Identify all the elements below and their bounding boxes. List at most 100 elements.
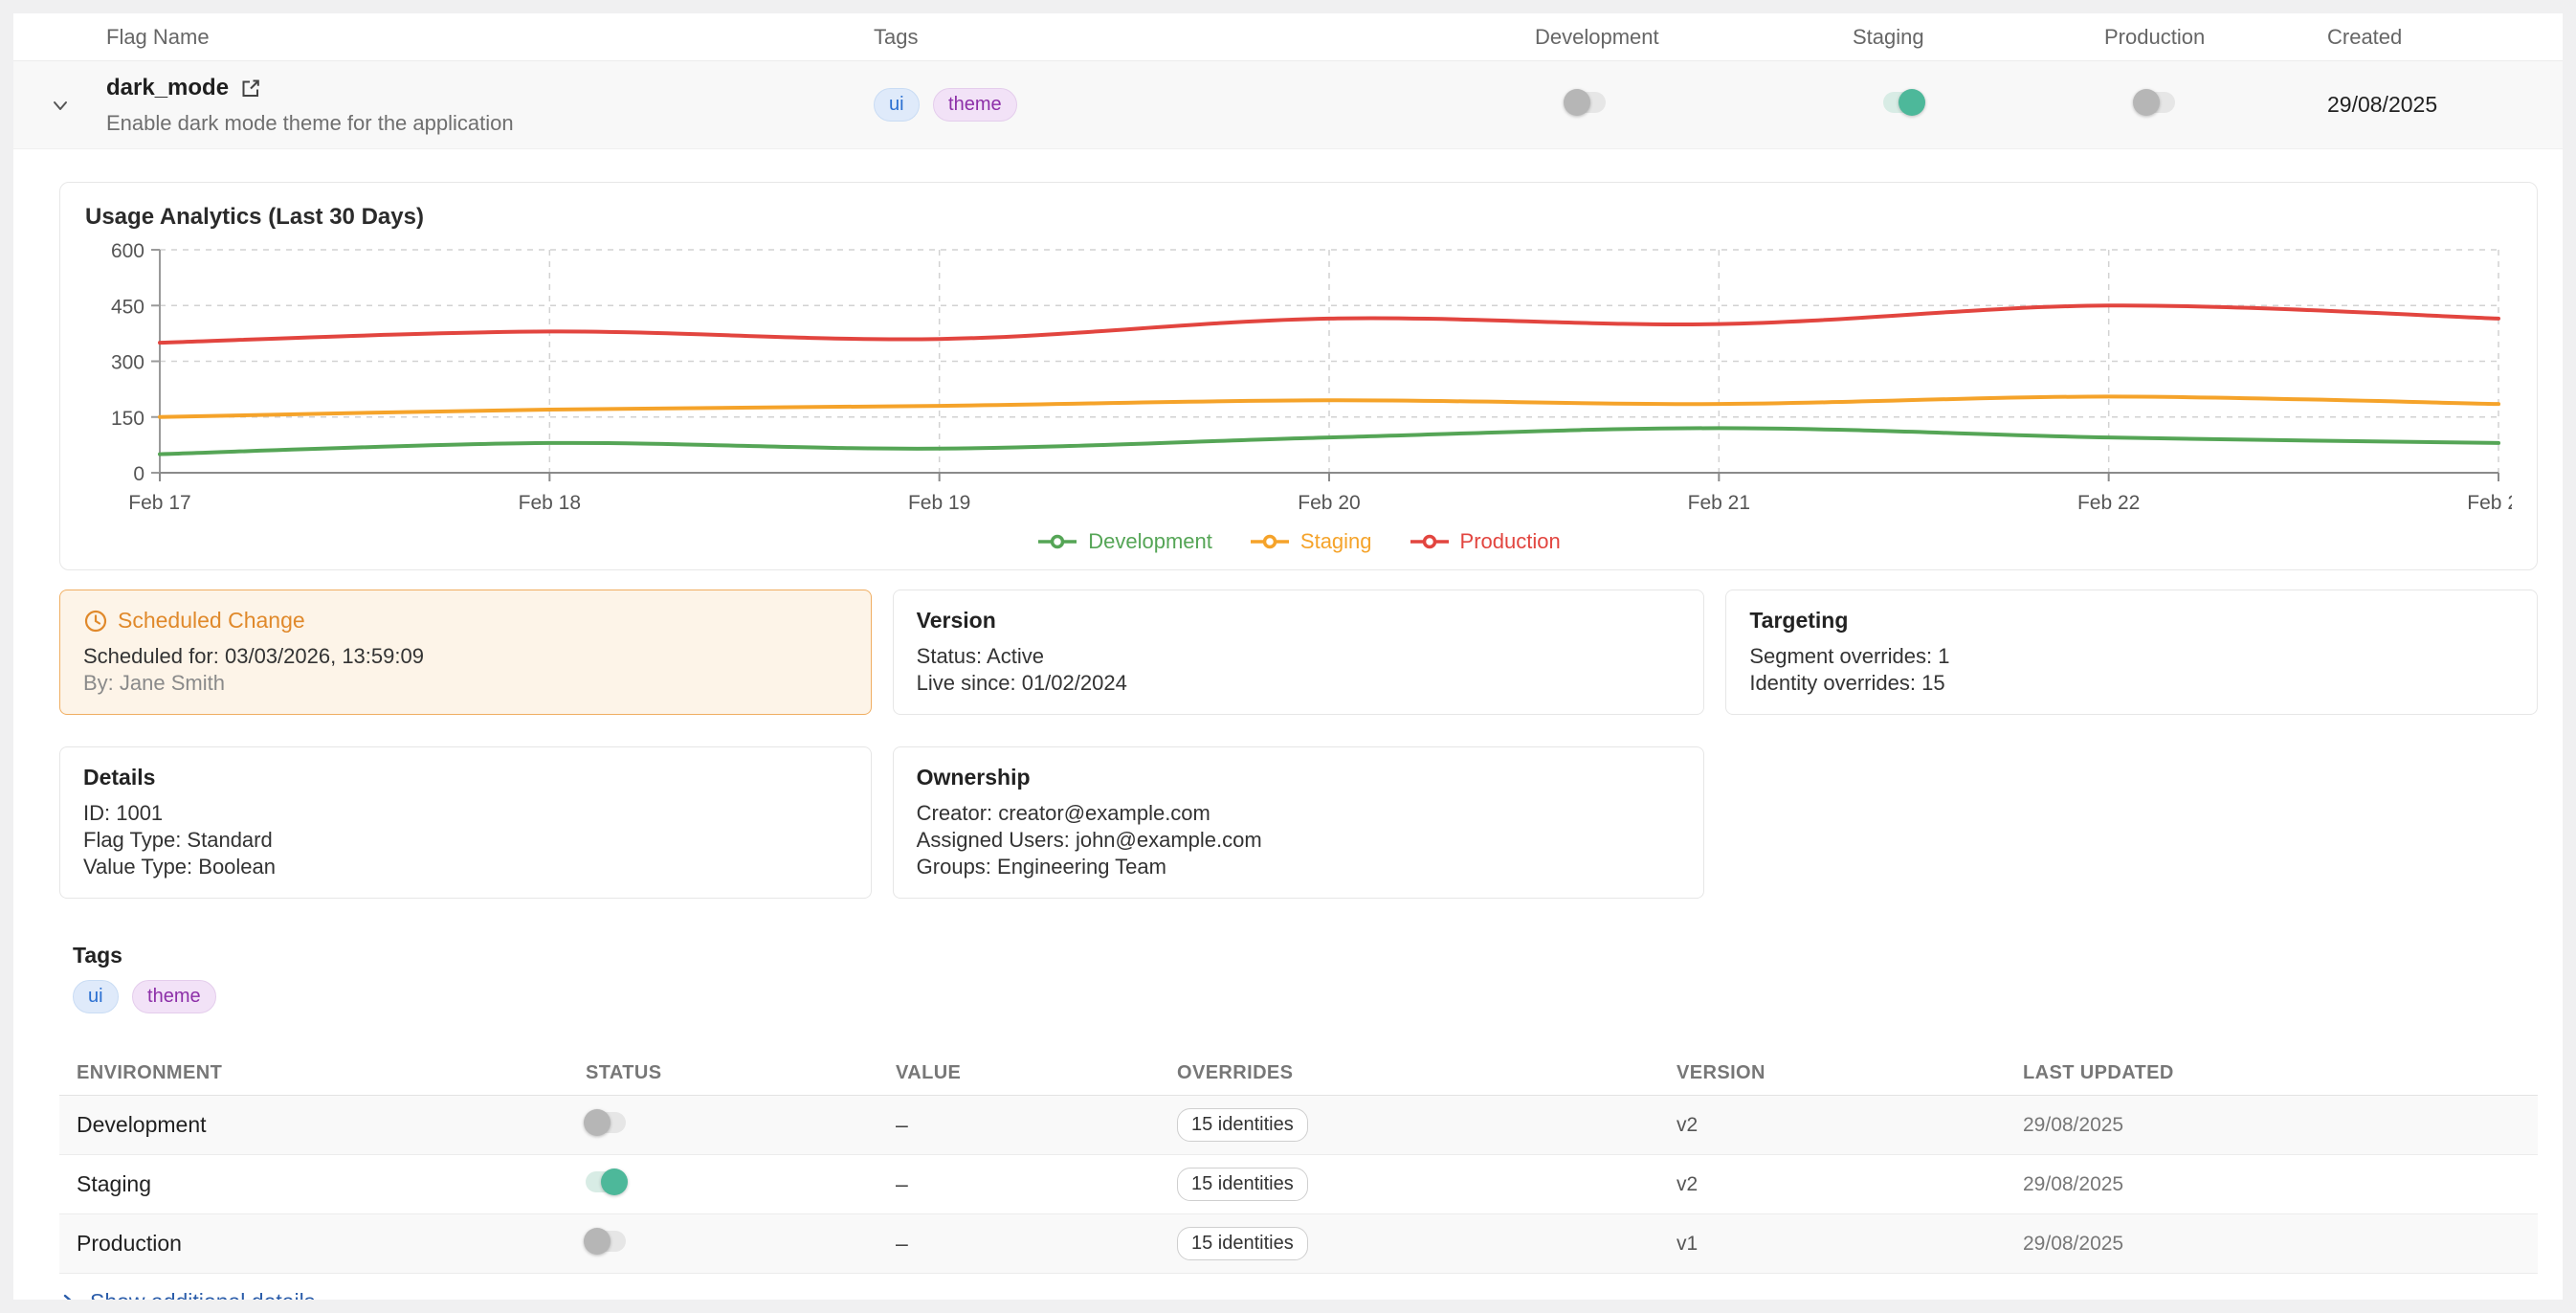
env-name: Development: [59, 1112, 586, 1138]
development-toggle[interactable]: [1566, 92, 1606, 113]
flag-table-header: Flag Name Tags Development Staging Produ…: [13, 13, 2563, 61]
production-toggle[interactable]: [2135, 92, 2175, 113]
clock-icon: [83, 609, 108, 634]
tags-heading: Tags: [73, 943, 2538, 968]
svg-text:600: 600: [111, 240, 144, 262]
environments-table-header: ENVIRONMENT STATUS VALUE OVERRIDES VERSI…: [59, 1052, 2538, 1096]
env-last-updated: 29/08/2025: [2023, 1233, 2538, 1256]
footer: Show additional details: [59, 1289, 2538, 1300]
version-card: Version Status: Active Live since: 01/02…: [893, 590, 1705, 715]
table-row-staging: Staging – 15 identities v2 29/08/2025: [59, 1155, 2538, 1214]
ownership-card: Ownership Creator: creator@example.com A…: [893, 746, 1705, 899]
targeting-card: Targeting Segment overrides: 1 Identity …: [1725, 590, 2538, 715]
identity-overrides: Identity overrides: 15: [1749, 670, 2514, 697]
show-additional-details-label: Show additional details: [90, 1289, 315, 1300]
env-last-updated: 29/08/2025: [2023, 1173, 2538, 1196]
scheduled-by: By: Jane Smith: [83, 670, 848, 697]
svg-text:300: 300: [111, 352, 144, 374]
environments-table: ENVIRONMENT STATUS VALUE OVERRIDES VERSI…: [59, 1052, 2538, 1274]
env-last-updated: 29/08/2025: [2023, 1114, 2538, 1137]
env-version: v2: [1677, 1114, 2023, 1137]
svg-text:Feb 22: Feb 22: [2077, 492, 2140, 514]
svg-text:Feb 20: Feb 20: [1298, 492, 1360, 514]
svg-text:Feb 21: Feb 21: [1688, 492, 1750, 514]
segment-overrides: Segment overrides: 1: [1749, 643, 2514, 670]
usage-chart: 0 150 300 450 600 Feb 17 Feb 18 Feb 19 Feb 20 Feb…: [85, 238, 2512, 525]
legend-marker-icon: [1409, 534, 1451, 549]
legend-item-development[interactable]: Development: [1036, 529, 1212, 554]
info-cards-row-1: Scheduled Change Scheduled for: 03/03/20…: [59, 590, 2538, 715]
legend-item-production[interactable]: Production: [1409, 529, 1561, 554]
table-row-development: Development – 15 identities v2 29/08/202…: [59, 1096, 2538, 1155]
flag-name: dark_mode: [106, 75, 229, 101]
env-col-version: VERSION: [1677, 1062, 2023, 1084]
flag-tags: ui theme: [874, 88, 1535, 122]
env-col-overrides: OVERRIDES: [1177, 1062, 1677, 1084]
svg-text:450: 450: [111, 296, 144, 318]
version-title: Version: [917, 608, 1681, 634]
flag-details-page: Flag Name Tags Development Staging Produ…: [13, 13, 2563, 1300]
overrides-badge[interactable]: 15 identities: [1177, 1168, 1308, 1201]
tags-section: Tags ui theme: [73, 943, 2538, 1013]
env-version: v2: [1677, 1173, 2023, 1196]
ownership-title: Ownership: [917, 765, 1681, 790]
col-staging: Staging: [1853, 25, 2104, 50]
flag-row: dark_mode Enable dark mode theme for the…: [13, 61, 2563, 149]
external-link-icon[interactable]: [240, 78, 261, 99]
svg-text:150: 150: [111, 408, 144, 430]
overrides-badge[interactable]: 15 identities: [1177, 1227, 1308, 1260]
legend-item-staging[interactable]: Staging: [1249, 529, 1372, 554]
targeting-title: Targeting: [1749, 608, 2514, 634]
svg-text:Feb 17: Feb 17: [128, 492, 190, 514]
tag-badge-ui: ui: [874, 88, 920, 122]
scheduled-change-card: Scheduled Change Scheduled for: 03/03/20…: [59, 590, 872, 715]
chart-title: Usage Analytics (Last 30 Days): [85, 204, 2512, 231]
env-value: –: [896, 1112, 1177, 1138]
svg-text:Feb 23: Feb 23: [2467, 492, 2512, 514]
value-type: Value Type: Boolean: [83, 854, 848, 880]
show-additional-details-link[interactable]: Show additional details: [59, 1289, 315, 1300]
svg-text:Feb 19: Feb 19: [908, 492, 970, 514]
env-value: –: [896, 1171, 1177, 1197]
col-flag-name: Flag Name: [106, 25, 874, 50]
scheduled-change-title: Scheduled Change: [118, 608, 305, 634]
flag-type: Flag Type: Standard: [83, 827, 848, 854]
env-name: Production: [59, 1231, 586, 1257]
info-cards-row-2: Details ID: 1001 Flag Type: Standard Val…: [59, 746, 2538, 899]
chevron-right-icon: [59, 1291, 78, 1301]
tag-badge-ui: ui: [73, 980, 119, 1013]
env-col-value: VALUE: [896, 1062, 1177, 1084]
overrides-badge[interactable]: 15 identities: [1177, 1108, 1308, 1142]
details-title: Details: [83, 765, 848, 790]
creator: Creator: creator@example.com: [917, 800, 1681, 827]
staging-toggle[interactable]: [1883, 92, 1923, 113]
tag-badge-theme: theme: [132, 980, 216, 1013]
flag-description: Enable dark mode theme for the applicati…: [106, 111, 874, 136]
version-status: Status: Active: [917, 643, 1681, 670]
details-card: Details ID: 1001 Flag Type: Standard Val…: [59, 746, 872, 899]
col-tags: Tags: [874, 25, 1535, 50]
version-live-since: Live since: 01/02/2024: [917, 670, 1681, 697]
usage-analytics-card: Usage Analytics (Last 30 Days) 0 150 300 45…: [59, 182, 2538, 570]
flag-id: ID: 1001: [83, 800, 848, 827]
staging-status-toggle[interactable]: [586, 1171, 626, 1192]
scheduled-for: Scheduled for: 03/03/2026, 13:59:09: [83, 643, 848, 670]
col-development: Development: [1535, 25, 1853, 50]
production-status-toggle[interactable]: [586, 1231, 626, 1252]
env-name: Staging: [59, 1171, 586, 1197]
env-version: v1: [1677, 1233, 2023, 1256]
expand-chevron-icon[interactable]: [47, 92, 74, 119]
legend-marker-icon: [1249, 534, 1291, 549]
svg-text:0: 0: [133, 463, 144, 485]
svg-text:Feb 18: Feb 18: [519, 492, 581, 514]
flag-created-date: 29/08/2025: [2327, 92, 2563, 118]
development-status-toggle[interactable]: [586, 1112, 626, 1133]
env-col-last-updated: LAST UPDATED: [2023, 1062, 2538, 1084]
env-value: –: [896, 1231, 1177, 1257]
col-production: Production: [2104, 25, 2327, 50]
table-row-production: Production – 15 identities v1 29/08/2025: [59, 1214, 2538, 1274]
env-col-environment: ENVIRONMENT: [59, 1062, 586, 1084]
chart-legend: Development Staging Production: [85, 525, 2512, 558]
groups: Groups: Engineering Team: [917, 854, 1681, 880]
legend-marker-icon: [1036, 534, 1078, 549]
